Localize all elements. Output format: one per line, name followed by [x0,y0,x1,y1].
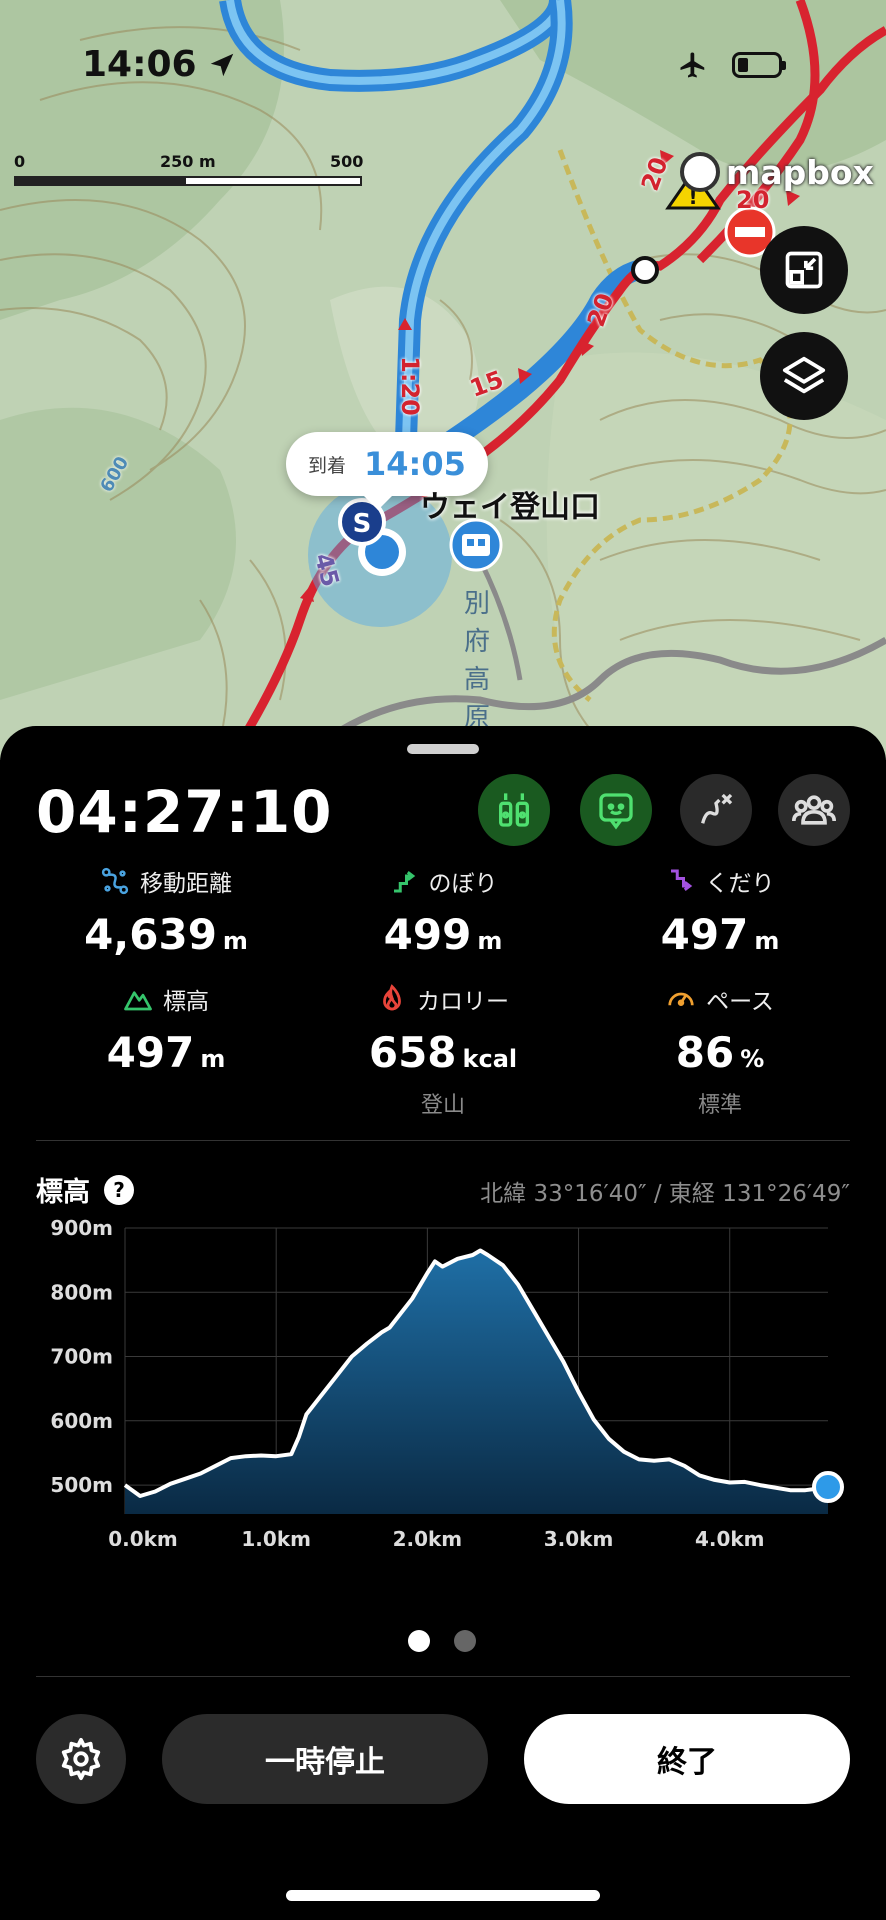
route-time-label: 1:20 [395,356,424,416]
clock-text: 14:06 [82,44,197,85]
home-indicator[interactable] [286,1890,600,1901]
stat-value: 86 [675,1028,735,1077]
scale-label-0: 0 [14,152,26,171]
settings-button[interactable] [36,1714,126,1804]
stat-unit: m [200,1045,226,1073]
page-dot-active[interactable] [408,1630,430,1652]
stat-label: くだり [705,871,775,897]
stat-descent: くだり 497 m [590,864,850,959]
coordinates-readout: 北緯 33°16′40″ / 東経 131°26′49″ [480,1181,850,1207]
ascent-icon [393,871,415,893]
y-tick-label: 700m [50,1345,113,1369]
bottles-icon [499,793,529,827]
elevation-chart[interactable]: 900m 800m 700m 600m 500m 0.0km 1.0km 2.0km 3.0km… [0,1216,886,1546]
place-name-char: 高 [463,665,490,695]
elapsed-timer: 04:27:10 [36,778,333,846]
y-tick-label: 900m [50,1216,113,1240]
stat-calories: カロリー 658 kcal 登山 [313,982,573,1119]
stat-label: のぼり [428,871,498,897]
elevation-section-title: 標高 ? [36,1170,134,1209]
location-arrow-icon [210,53,233,76]
gear-check-button[interactable] [478,774,550,846]
stat-unit: m [477,927,503,955]
stat-pace: ペース 86% 標準 [590,982,850,1119]
stat-label: 標高 [163,989,209,1015]
route-off-button[interactable] [680,774,752,846]
x-tick-label: 0.0km [108,1527,178,1546]
message-shield-icon [599,793,633,830]
page-dot[interactable] [454,1630,476,1652]
status-bar-clock: 14:06 [82,44,237,85]
safety-message-button[interactable] [580,774,652,846]
map-terrain: S ! [0,0,886,760]
route-icon [101,867,129,895]
mountain-icon [124,991,152,1011]
stat-unit: m [222,927,248,955]
route-off-icon [701,793,733,824]
route-time-label: 20 [736,186,770,214]
mapbox-logo-icon [680,152,720,192]
scale-label-250: 250 m [160,152,216,171]
descent-icon [670,869,692,891]
scale-bar [14,176,362,186]
stat-unit: % [740,1045,765,1073]
stat-unit: m [754,927,780,955]
layers-icon [782,356,826,394]
end-button[interactable]: 終了 [524,1714,850,1804]
map-view[interactable]: S ! 14:06 0 250 m 500 mapbox 20 20 20 15… [0,0,886,760]
group-button[interactable] [778,774,850,846]
battery-icon [732,52,786,78]
arrival-time: 14:05 [364,445,466,483]
divider [36,1140,850,1141]
collapse-icon [785,251,823,289]
activity-panel: 04:27:10 移動距離 4,639 m のぼり 499 m くだり 497 … [0,726,886,1920]
stat-value: 497 [106,1028,195,1077]
elevation-title: 標高 [36,1177,90,1208]
poi-name-label: ウェイ登山口 [420,490,600,525]
map-scale-bar: 0 250 m 500 m [14,152,374,190]
place-name-vertical: 別 府 高 原 [462,585,492,737]
stat-distance: 移動距離 4,639 m [36,864,296,959]
page-indicator [408,1630,476,1652]
place-name-char: 別 [463,589,490,619]
sheet-drag-handle[interactable] [407,744,479,754]
map-layers-button[interactable] [760,332,848,420]
gear-icon [61,1737,101,1781]
place-name-char: 府 [463,627,490,657]
stat-value: 658 [368,1028,457,1077]
airplane-mode-icon [680,52,705,78]
stat-sublabel: 標準 [697,1093,742,1118]
x-tick-label: 4.0km [695,1527,765,1546]
stat-label: ペース [706,989,774,1015]
y-tick-label: 500m [50,1473,113,1497]
stat-sublabel: 登山 [420,1093,465,1118]
x-tick-label: 3.0km [544,1527,614,1546]
mapbox-attribution[interactable]: mapbox [680,152,874,192]
stat-value: 499 [383,910,472,959]
x-tick-label: 1.0km [241,1527,311,1546]
stat-ascent: のぼり 499 m [313,864,573,959]
pause-button[interactable]: 一時停止 [162,1714,488,1804]
y-tick-label: 600m [50,1409,113,1433]
arrival-label: 到着 [308,454,347,477]
group-icon [792,795,836,825]
y-tick-label: 800m [50,1280,113,1304]
svg-text:S: S [353,509,372,539]
current-position-marker [812,1471,844,1504]
stat-elevation: 標高 497 m [36,982,296,1077]
collapse-map-button[interactable] [760,226,848,314]
x-tick-label: 2.0km [393,1527,463,1546]
divider [36,1676,850,1677]
stat-value: 4,639 [84,910,217,959]
stat-label: カロリー [417,989,509,1015]
speedometer-icon [668,992,694,1006]
stat-value: 497 [660,910,749,959]
elevation-area [125,1250,828,1514]
stat-unit: kcal [462,1045,518,1073]
help-icon[interactable]: ? [104,1174,134,1205]
stat-label: 移動距離 [140,871,232,897]
status-bar-icons [676,50,786,80]
flame-icon [383,984,401,1011]
